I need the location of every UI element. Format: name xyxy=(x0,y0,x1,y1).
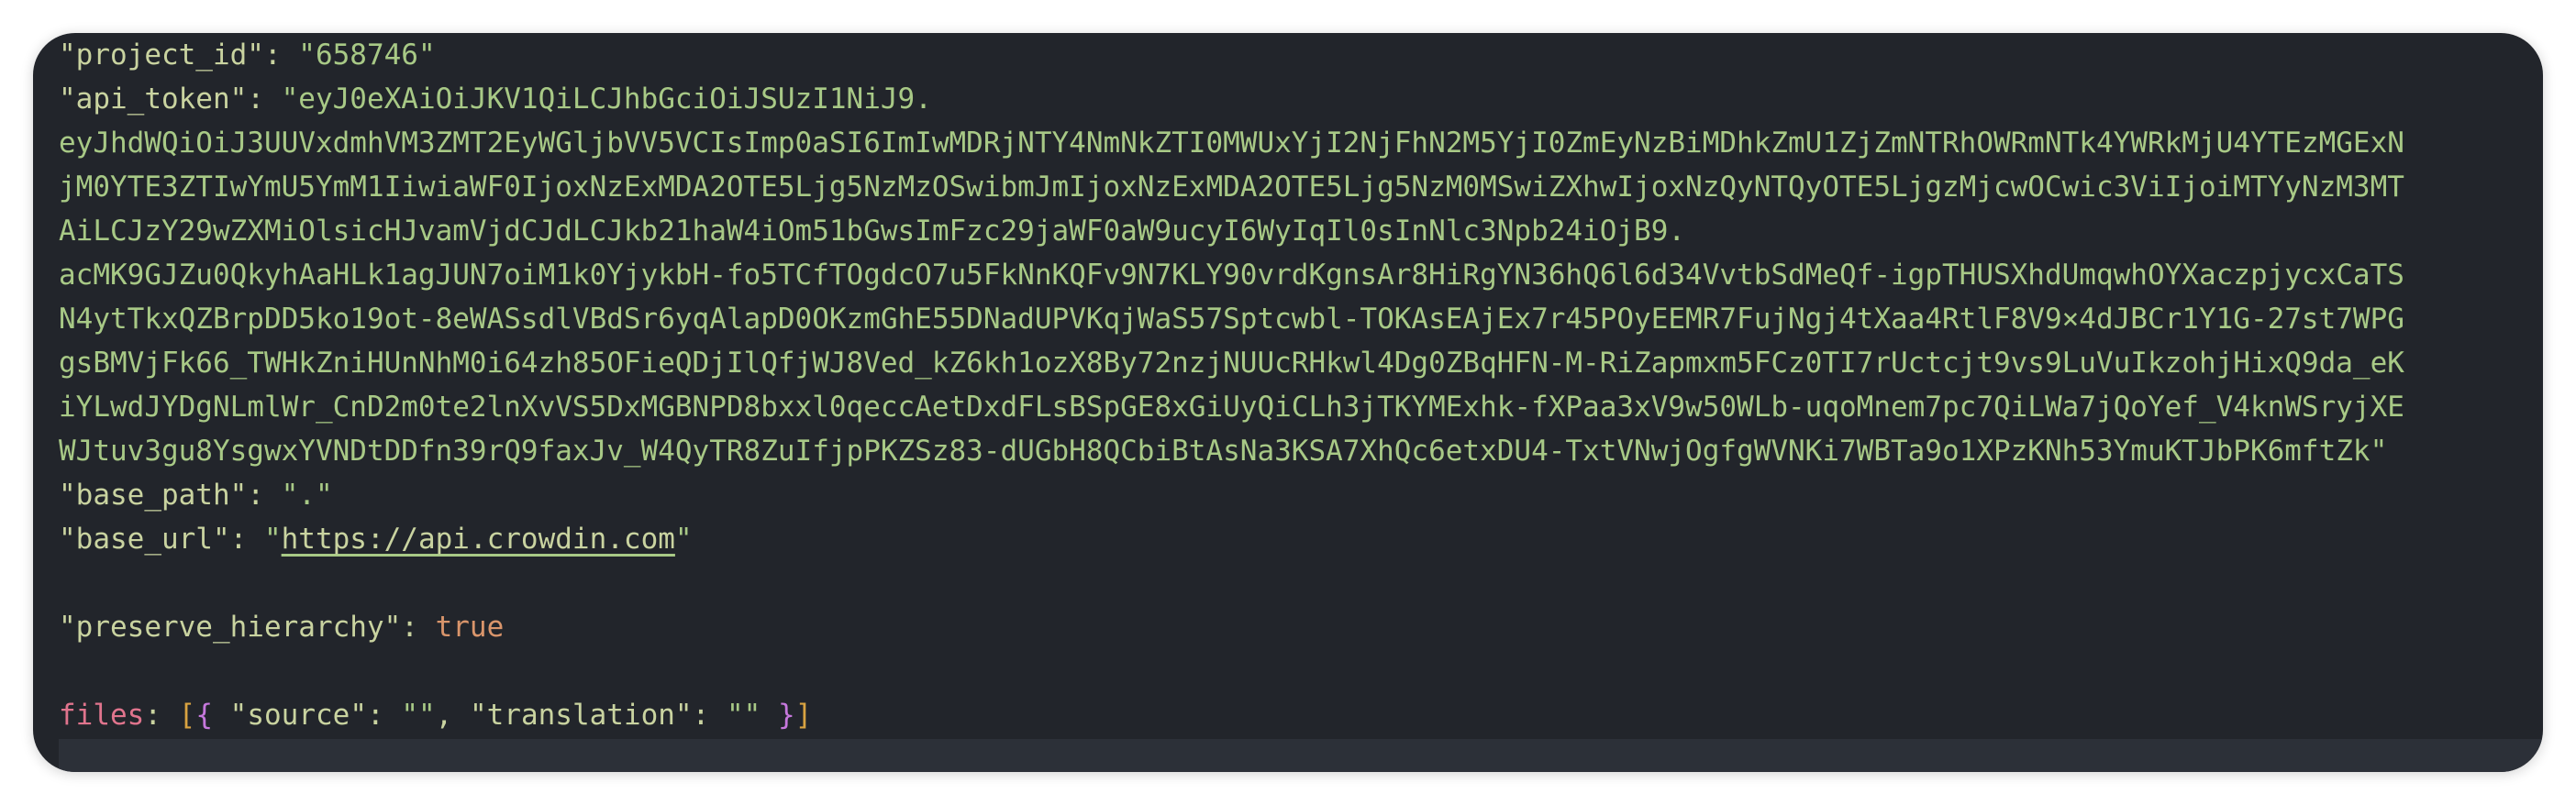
code-area[interactable]: "project_id": "658746" "api_token": "eyJ… xyxy=(59,33,2543,772)
quote: " xyxy=(263,523,282,556)
files-source-key: "source" xyxy=(229,699,367,732)
api-token-continuation: N4ytTkxQZBrpDD5ko19ot-8eWASsdlVBdSr6yqAl… xyxy=(59,303,2404,336)
files-line: files: [{ "source": "", "translation": "… xyxy=(59,693,2543,737)
base-path-key: "base_path" xyxy=(59,479,248,512)
active-line-highlight[interactable] xyxy=(59,739,2543,772)
open-brace: { xyxy=(195,699,213,732)
close-bracket: ] xyxy=(794,699,813,732)
api-token-key: "api_token" xyxy=(59,83,248,116)
files-key: files xyxy=(59,699,145,732)
colon: : xyxy=(692,699,727,732)
base-path-line: "base_path": "." xyxy=(59,473,2543,517)
empty-line xyxy=(59,649,2543,693)
project-id-line: "project_id": "658746" xyxy=(59,33,2543,77)
files-translation-value: "" xyxy=(726,699,761,732)
colon: : xyxy=(229,523,264,556)
preserve-hierarchy-value: true xyxy=(435,611,505,644)
comma: , xyxy=(435,699,470,732)
colon: : xyxy=(247,83,282,116)
project-id-value: "658746" xyxy=(298,39,436,72)
api-token-continuation: eyJhdWQiOiJ3UUVxdmhVM3ZMT2EyWGljbVV5VCIs… xyxy=(59,127,2404,160)
code-editor[interactable]: "project_id": "658746" "api_token": "eyJ… xyxy=(33,33,2543,772)
api-token-continuation: iYLwdJYDgNLmlWr_CnD2m0te2lnXvVS5DxMGBNPD… xyxy=(59,391,2404,424)
project-id-key: "project_id" xyxy=(59,39,264,72)
api-token-line: "api_token": "eyJ0eXAiOiJKV1QiLCJhbGciOi… xyxy=(59,77,2543,121)
files-translation-key: "translation" xyxy=(469,699,693,732)
preserve-hierarchy-line: "preserve_hierarchy": true xyxy=(59,605,2543,649)
colon: : xyxy=(366,699,402,732)
base-path-value: "." xyxy=(281,479,333,512)
api-token-continuation: acMK9GJZu0QkyhAaHLk1agJUN7oiM1k0YjykbH-f… xyxy=(59,259,2404,292)
preserve-hierarchy-key: "preserve_hierarchy" xyxy=(59,611,402,644)
quote: " xyxy=(674,523,693,556)
close-brace: } xyxy=(777,699,795,732)
base-url-link[interactable]: https://api.crowdin.com xyxy=(282,523,675,556)
api-token-continuation: AiLCJzY29wZXMiOlsicHJvamVjdCJdLCJkb21haW… xyxy=(59,215,1686,248)
colon: : xyxy=(144,699,179,732)
empty-line xyxy=(59,561,2543,605)
colon: : xyxy=(247,479,282,512)
files-source-value: "" xyxy=(401,699,436,732)
api-token-value-part: "eyJ0eXAiOiJKV1QiLCJhbGciOiJSUzI1NiJ9. xyxy=(281,83,932,116)
colon: : xyxy=(263,39,299,72)
open-bracket: [ xyxy=(178,699,196,732)
api-token-continuation: gsBMVjFk66_TWHkZniHUnNhM0i64zh85OFieQDjI… xyxy=(59,347,2404,380)
base-url-line: "base_url": "https://api.crowdin.com" xyxy=(59,517,2543,561)
colon: : xyxy=(401,611,436,644)
api-token-continuation: WJtuv3gu8YsgwxYVNDtDDfn39rQ9faxJv_W4QyTR… xyxy=(59,435,2388,468)
api-token-continuation: jM0YTE3ZTIwYmU5YmM1IiwiaWF0IjoxNzExMDA2O… xyxy=(59,171,2404,204)
base-url-key: "base_url" xyxy=(59,523,230,556)
